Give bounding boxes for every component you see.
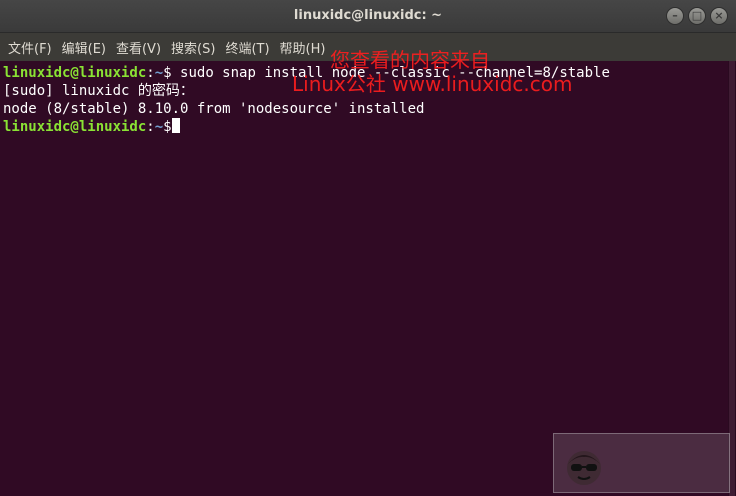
mascot-face-icon	[567, 451, 601, 485]
minimize-button[interactable]: –	[666, 7, 684, 25]
terminal-window: linuxidc@linuxidc: ~ – □ × 文件(F) 编辑(E) 查…	[0, 0, 736, 496]
maximize-button[interactable]: □	[688, 7, 706, 25]
menu-view[interactable]: 查看(V)	[112, 38, 165, 57]
prompt-separator: :	[146, 65, 155, 81]
menu-help[interactable]: 帮助(H)	[276, 38, 330, 57]
vertical-scrollbar[interactable]	[728, 61, 736, 496]
prompt-symbol: $	[163, 65, 181, 81]
prompt-user-host: linuxidc@linuxidc	[3, 65, 147, 81]
prompt-path: ~	[154, 119, 164, 135]
terminal-output[interactable]: linuxidc@linuxidc:~$ sudo snap install n…	[0, 61, 728, 496]
window-controls: – □ ×	[666, 7, 728, 25]
menu-file[interactable]: 文件(F)	[4, 38, 56, 57]
close-button[interactable]: ×	[710, 7, 728, 25]
prompt-path: ~	[154, 65, 164, 81]
prompt-separator: :	[146, 119, 155, 135]
terminal-line-result: node (8/stable) 8.10.0 from 'nodesource'…	[3, 101, 425, 117]
text-cursor	[171, 118, 180, 133]
prompt-symbol: $	[163, 119, 172, 135]
scrollbar-thumb[interactable]	[729, 61, 735, 496]
title-bar[interactable]: linuxidc@linuxidc: ~ – □ ×	[0, 0, 736, 33]
watermark-logo	[553, 433, 730, 493]
prompt-user-host: linuxidc@linuxidc	[3, 119, 147, 135]
menu-edit[interactable]: 编辑(E)	[58, 38, 110, 57]
watermark-line-2: Linux公社 www.linuxidc.com	[292, 72, 573, 96]
terminal-line-prompt: linuxidc@linuxidc:~$	[3, 118, 728, 136]
menu-terminal[interactable]: 终端(T)	[221, 38, 273, 57]
window-title: linuxidc@linuxidc: ~	[293, 8, 443, 23]
menu-search[interactable]: 搜索(S)	[167, 38, 219, 57]
